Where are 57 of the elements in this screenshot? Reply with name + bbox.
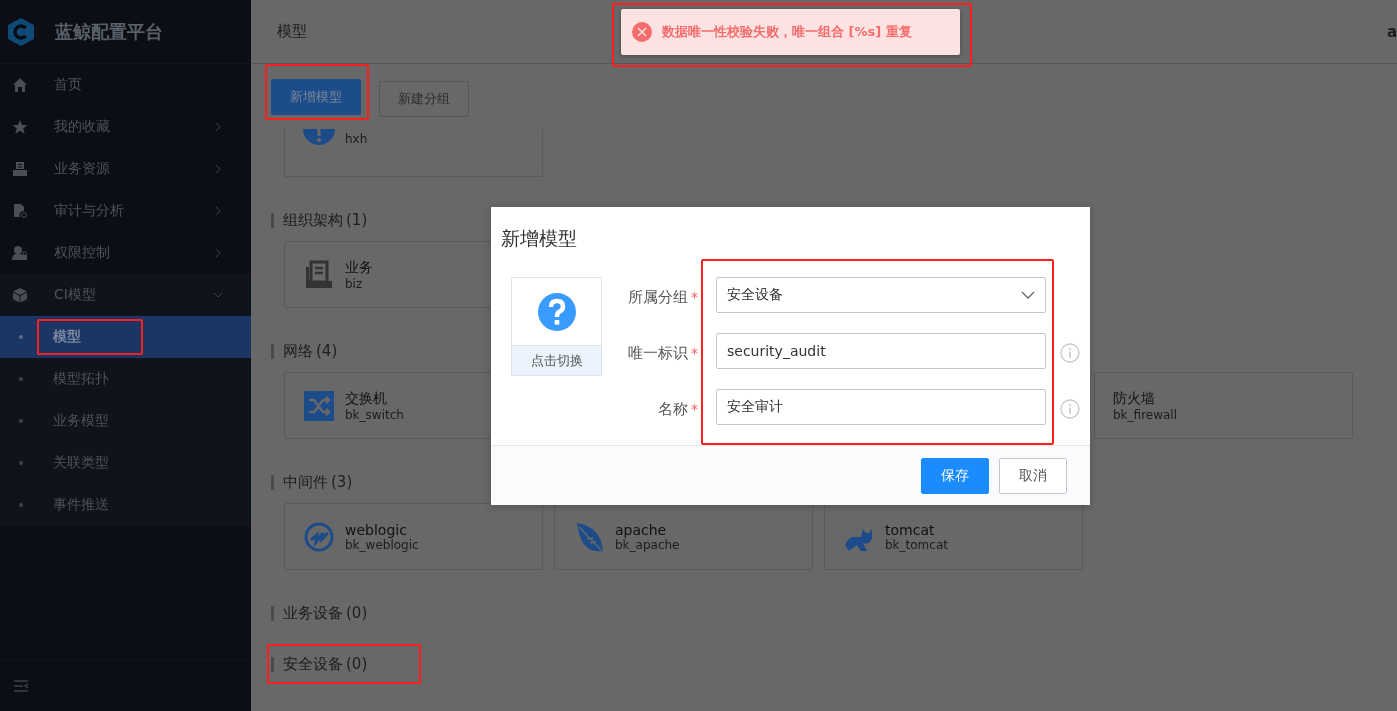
chevron-down-icon xyxy=(213,290,223,300)
nav-subitem[interactable]: 模型 xyxy=(0,316,251,358)
required-mark: * xyxy=(691,345,698,361)
star-icon xyxy=(12,119,28,135)
home-icon xyxy=(12,77,28,93)
model-card[interactable]: weblogic bk_weblogic xyxy=(284,503,543,570)
group-select[interactable]: 安全设备 xyxy=(716,277,1046,313)
nav-item[interactable]: 我的收藏 xyxy=(0,106,251,148)
nav-item[interactable]: CI模型 xyxy=(0,274,251,316)
icon-picker[interactable]: 点击切换 xyxy=(511,277,602,376)
text-input[interactable]: security_audit xyxy=(716,333,1046,369)
nav-item[interactable]: 权限控制 xyxy=(0,232,251,274)
field-label: 所属分组 xyxy=(628,287,688,307)
cancel-button[interactable]: 取消 xyxy=(999,457,1067,494)
group-heading: 业务设备 (0) xyxy=(271,602,1397,624)
required-mark: * xyxy=(691,401,698,417)
model-card[interactable]: 防火墙 bk_firewall xyxy=(1094,372,1353,439)
nav-subitem[interactable]: 业务模型 xyxy=(0,400,251,442)
nav-subitem[interactable]: 事件推送 xyxy=(0,484,251,526)
nav-item[interactable]: 首页 xyxy=(0,64,251,106)
group-heading: 安全设备 (0) xyxy=(271,653,368,675)
required-mark: * xyxy=(691,289,698,305)
model-card[interactable]: hxh xyxy=(284,129,543,177)
menu-icon xyxy=(13,679,29,693)
circle-logo-icon xyxy=(303,520,335,553)
printer-icon xyxy=(12,161,28,177)
document-tray-icon xyxy=(303,258,335,291)
field-label: 名称 xyxy=(658,399,688,419)
chevron-right-icon xyxy=(213,122,223,132)
error-message: 数据唯一性校验失败，唯一组合 [%s] 重复 xyxy=(621,9,960,55)
bullet-icon xyxy=(19,377,23,381)
cube-icon xyxy=(12,287,28,303)
bullet-icon xyxy=(19,335,23,339)
error-icon xyxy=(632,22,652,42)
chevron-right-icon xyxy=(213,206,223,216)
add-model-button[interactable]: 新增模型 xyxy=(271,78,361,115)
nav-subitem[interactable]: 关联类型 xyxy=(0,442,251,484)
save-button[interactable]: 保存 xyxy=(921,457,989,494)
document-icon xyxy=(12,203,28,219)
nav-item[interactable]: 审计与分析 xyxy=(0,190,251,232)
chevron-right-icon xyxy=(213,248,223,258)
field-label: 唯一标识 xyxy=(628,343,688,363)
bullet-icon xyxy=(19,503,23,507)
shuffle-icon xyxy=(303,389,335,422)
chevron-right-icon xyxy=(213,164,223,174)
bullet-icon xyxy=(19,419,23,423)
logo-icon xyxy=(7,16,35,47)
nav-item[interactable]: 业务资源 xyxy=(0,148,251,190)
user-name: a xyxy=(1386,22,1397,41)
text-input[interactable]: 安全审计 xyxy=(716,389,1046,425)
nav-subitem[interactable]: 模型拓扑 xyxy=(0,358,251,400)
page-title: 模型 xyxy=(277,22,307,41)
chevron-down-icon xyxy=(1021,291,1035,299)
nav-label: 模型 xyxy=(53,328,81,344)
app-title: 蓝鲸配置平台 xyxy=(55,19,163,44)
bullet-icon xyxy=(19,461,23,465)
user-lock-icon xyxy=(12,245,28,261)
